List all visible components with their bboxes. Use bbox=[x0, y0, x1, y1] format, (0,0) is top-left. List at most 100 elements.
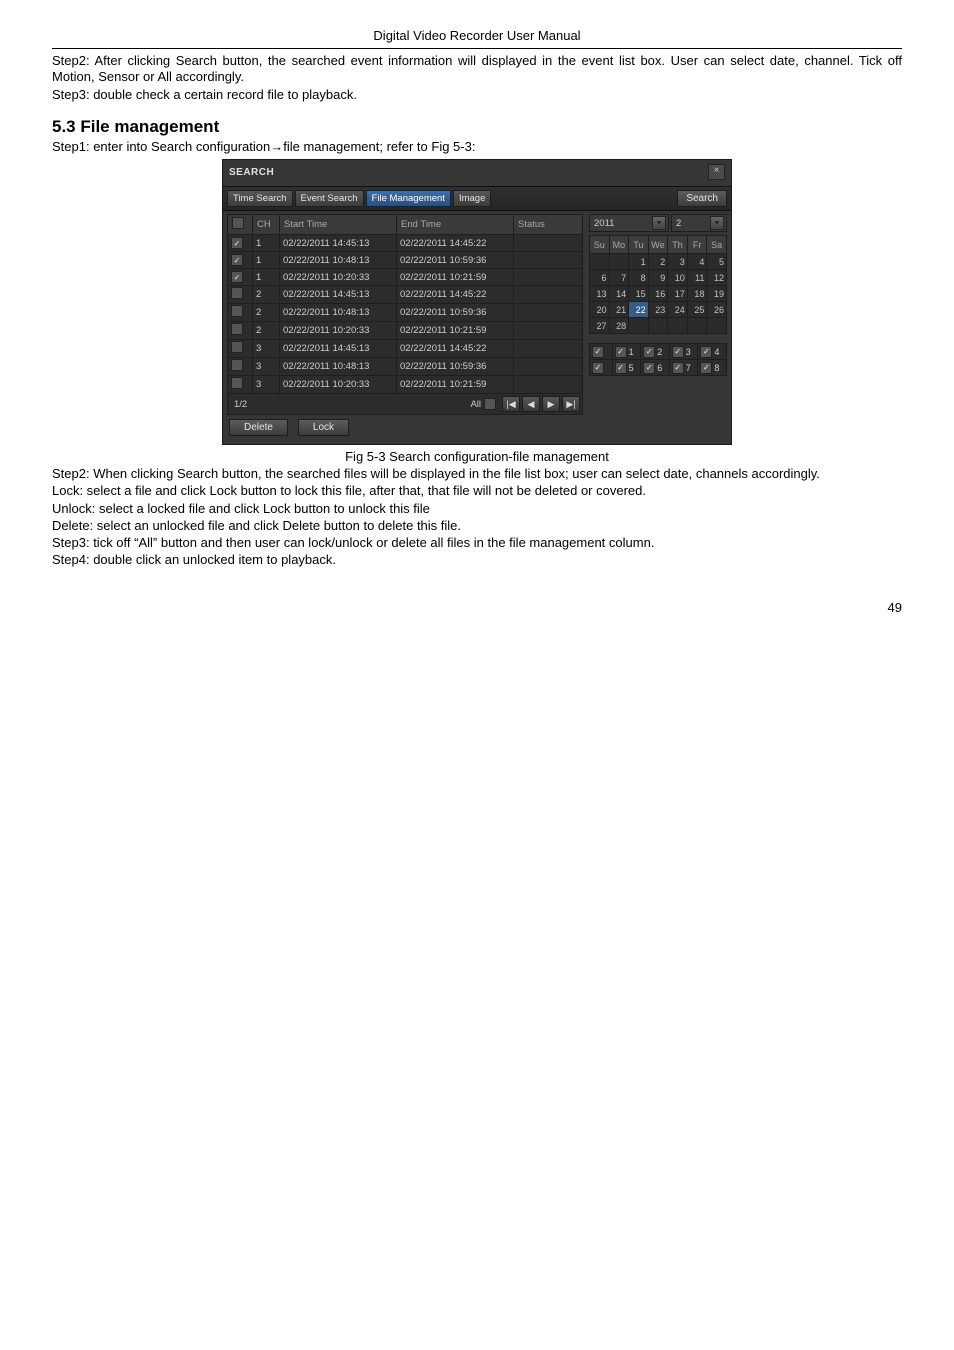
table-row[interactable]: 302/22/2011 10:20:3302/22/2011 10:21:59 bbox=[228, 376, 583, 394]
channel-checkbox[interactable]: ✓ bbox=[615, 346, 627, 358]
delete-button[interactable]: Delete bbox=[229, 419, 288, 436]
tab-time-search[interactable]: Time Search bbox=[227, 190, 293, 207]
row-checkbox[interactable] bbox=[231, 287, 243, 299]
month-dropdown[interactable]: 2 ▼ bbox=[671, 214, 727, 232]
channel-cell[interactable]: ✓2 bbox=[641, 344, 670, 360]
channel-cell[interactable]: ✓1 bbox=[612, 344, 641, 360]
body-text: Unlock: select a locked file and click L… bbox=[52, 501, 902, 517]
year-dropdown[interactable]: 2011 ▼ bbox=[589, 214, 669, 232]
last-page-button[interactable]: ▶| bbox=[562, 396, 580, 412]
channel-checkbox[interactable]: ✓ bbox=[592, 346, 604, 358]
calendar-day[interactable]: 13 bbox=[590, 286, 610, 302]
next-page-button[interactable]: ▶ bbox=[542, 396, 560, 412]
body-text: Step3: tick off “All” button and then us… bbox=[52, 535, 902, 551]
channel-cell[interactable]: ✓6 bbox=[641, 360, 670, 376]
table-row[interactable]: 302/22/2011 14:45:1302/22/2011 14:45:22 bbox=[228, 340, 583, 358]
channel-cell[interactable]: ✓3 bbox=[669, 344, 698, 360]
dow-header: Th bbox=[668, 236, 688, 254]
channel-cell[interactable]: ✓4 bbox=[698, 344, 727, 360]
row-checkbox[interactable] bbox=[231, 305, 243, 317]
calendar-day[interactable]: 28 bbox=[609, 318, 629, 334]
calendar-day[interactable]: 14 bbox=[609, 286, 629, 302]
channel-checkbox[interactable]: ✓ bbox=[672, 346, 684, 358]
channel-checkbox[interactable]: ✓ bbox=[592, 362, 604, 374]
calendar-day[interactable]: 2 bbox=[648, 254, 668, 270]
calendar-day[interactable]: 17 bbox=[668, 286, 688, 302]
channel-checkbox[interactable]: ✓ bbox=[700, 346, 712, 358]
calendar-day[interactable]: 10 bbox=[668, 270, 688, 286]
row-checkbox[interactable]: ✓ bbox=[231, 237, 243, 249]
channel-cell[interactable]: ✓ bbox=[590, 360, 613, 376]
calendar-day[interactable]: 26 bbox=[707, 302, 727, 318]
row-checkbox[interactable]: ✓ bbox=[231, 254, 243, 266]
calendar-day[interactable]: 18 bbox=[687, 286, 707, 302]
channel-checkbox[interactable]: ✓ bbox=[643, 346, 655, 358]
calendar-day[interactable]: 8 bbox=[629, 270, 649, 286]
tab-file-management[interactable]: File Management bbox=[366, 190, 451, 207]
calendar-day[interactable]: 3 bbox=[668, 254, 688, 270]
calendar-day[interactable]: 11 bbox=[687, 270, 707, 286]
table-row[interactable]: 302/22/2011 10:48:1302/22/2011 10:59:36 bbox=[228, 358, 583, 376]
calendar-day[interactable]: 24 bbox=[668, 302, 688, 318]
channel-checkbox[interactable]: ✓ bbox=[672, 362, 684, 374]
all-checkbox[interactable] bbox=[484, 398, 496, 410]
table-row[interactable]: 202/22/2011 10:48:1302/22/2011 10:59:36 bbox=[228, 304, 583, 322]
channel-checkbox[interactable]: ✓ bbox=[700, 362, 712, 374]
channel-checkbox[interactable]: ✓ bbox=[615, 362, 627, 374]
search-dialog: SEARCH × Time SearchEvent SearchFile Man… bbox=[222, 159, 732, 445]
calendar-day[interactable]: 25 bbox=[687, 302, 707, 318]
calendar-day[interactable]: 7 bbox=[609, 270, 629, 286]
calendar-day[interactable]: 6 bbox=[590, 270, 610, 286]
cell-status bbox=[514, 235, 583, 252]
calendar-day[interactable]: 1 bbox=[629, 254, 649, 270]
select-all-toggle[interactable]: All bbox=[466, 398, 500, 410]
body-text: Lock: select a file and click Lock butto… bbox=[52, 483, 902, 499]
calendar-day[interactable]: 5 bbox=[707, 254, 727, 270]
row-checkbox[interactable] bbox=[231, 323, 243, 335]
table-row[interactable]: ✓102/22/2011 14:45:1302/22/2011 14:45:22 bbox=[228, 235, 583, 252]
calendar-day[interactable]: 4 bbox=[687, 254, 707, 270]
calendar-day[interactable]: 19 bbox=[707, 286, 727, 302]
table-row[interactable]: 202/22/2011 14:45:1302/22/2011 14:45:22 bbox=[228, 286, 583, 304]
calendar-day bbox=[648, 318, 668, 334]
calendar-day[interactable]: 9 bbox=[648, 270, 668, 286]
channel-cell[interactable]: ✓7 bbox=[669, 360, 698, 376]
dialog-title: SEARCH bbox=[229, 167, 274, 178]
table-row[interactable]: ✓102/22/2011 10:20:3302/22/2011 10:21:59 bbox=[228, 269, 583, 286]
calendar-day[interactable]: 21 bbox=[609, 302, 629, 318]
row-checkbox[interactable]: ✓ bbox=[231, 271, 243, 283]
tab-image[interactable]: Image bbox=[453, 190, 491, 207]
first-page-button[interactable]: |◀ bbox=[502, 396, 520, 412]
cell-end: 02/22/2011 10:21:59 bbox=[397, 322, 514, 340]
tab-event-search[interactable]: Event Search bbox=[295, 190, 364, 207]
calendar-day[interactable]: 12 bbox=[707, 270, 727, 286]
select-all-checkbox[interactable] bbox=[232, 217, 244, 229]
lock-button[interactable]: Lock bbox=[298, 419, 349, 436]
calendar-day[interactable]: 15 bbox=[629, 286, 649, 302]
calendar-day[interactable]: 20 bbox=[590, 302, 610, 318]
channel-cell[interactable]: ✓ bbox=[590, 344, 613, 360]
col-start: Start Time bbox=[280, 215, 397, 235]
search-button[interactable]: Search bbox=[677, 190, 727, 207]
channel-cell[interactable]: ✓5 bbox=[612, 360, 641, 376]
row-checkbox[interactable] bbox=[231, 359, 243, 371]
cell-ch: 1 bbox=[253, 252, 280, 269]
prev-page-button[interactable]: ◀ bbox=[522, 396, 540, 412]
channel-cell[interactable]: ✓8 bbox=[698, 360, 727, 376]
calendar-day[interactable]: 16 bbox=[648, 286, 668, 302]
calendar-day[interactable]: 23 bbox=[648, 302, 668, 318]
calendar-day[interactable]: 27 bbox=[590, 318, 610, 334]
cell-status bbox=[514, 269, 583, 286]
calendar-day bbox=[668, 318, 688, 334]
body-text: Step2: After clicking Search button, the… bbox=[52, 53, 902, 86]
page-number: 49 bbox=[52, 570, 902, 615]
cell-end: 02/22/2011 10:21:59 bbox=[397, 269, 514, 286]
channel-checkbox[interactable]: ✓ bbox=[643, 362, 655, 374]
close-button[interactable]: × bbox=[708, 164, 725, 180]
row-checkbox[interactable] bbox=[231, 377, 243, 389]
table-row[interactable]: 202/22/2011 10:20:3302/22/2011 10:21:59 bbox=[228, 322, 583, 340]
channel-label: 3 bbox=[686, 347, 691, 357]
row-checkbox[interactable] bbox=[231, 341, 243, 353]
table-row[interactable]: ✓102/22/2011 10:48:1302/22/2011 10:59:36 bbox=[228, 252, 583, 269]
calendar-day[interactable]: 22 bbox=[629, 302, 649, 318]
